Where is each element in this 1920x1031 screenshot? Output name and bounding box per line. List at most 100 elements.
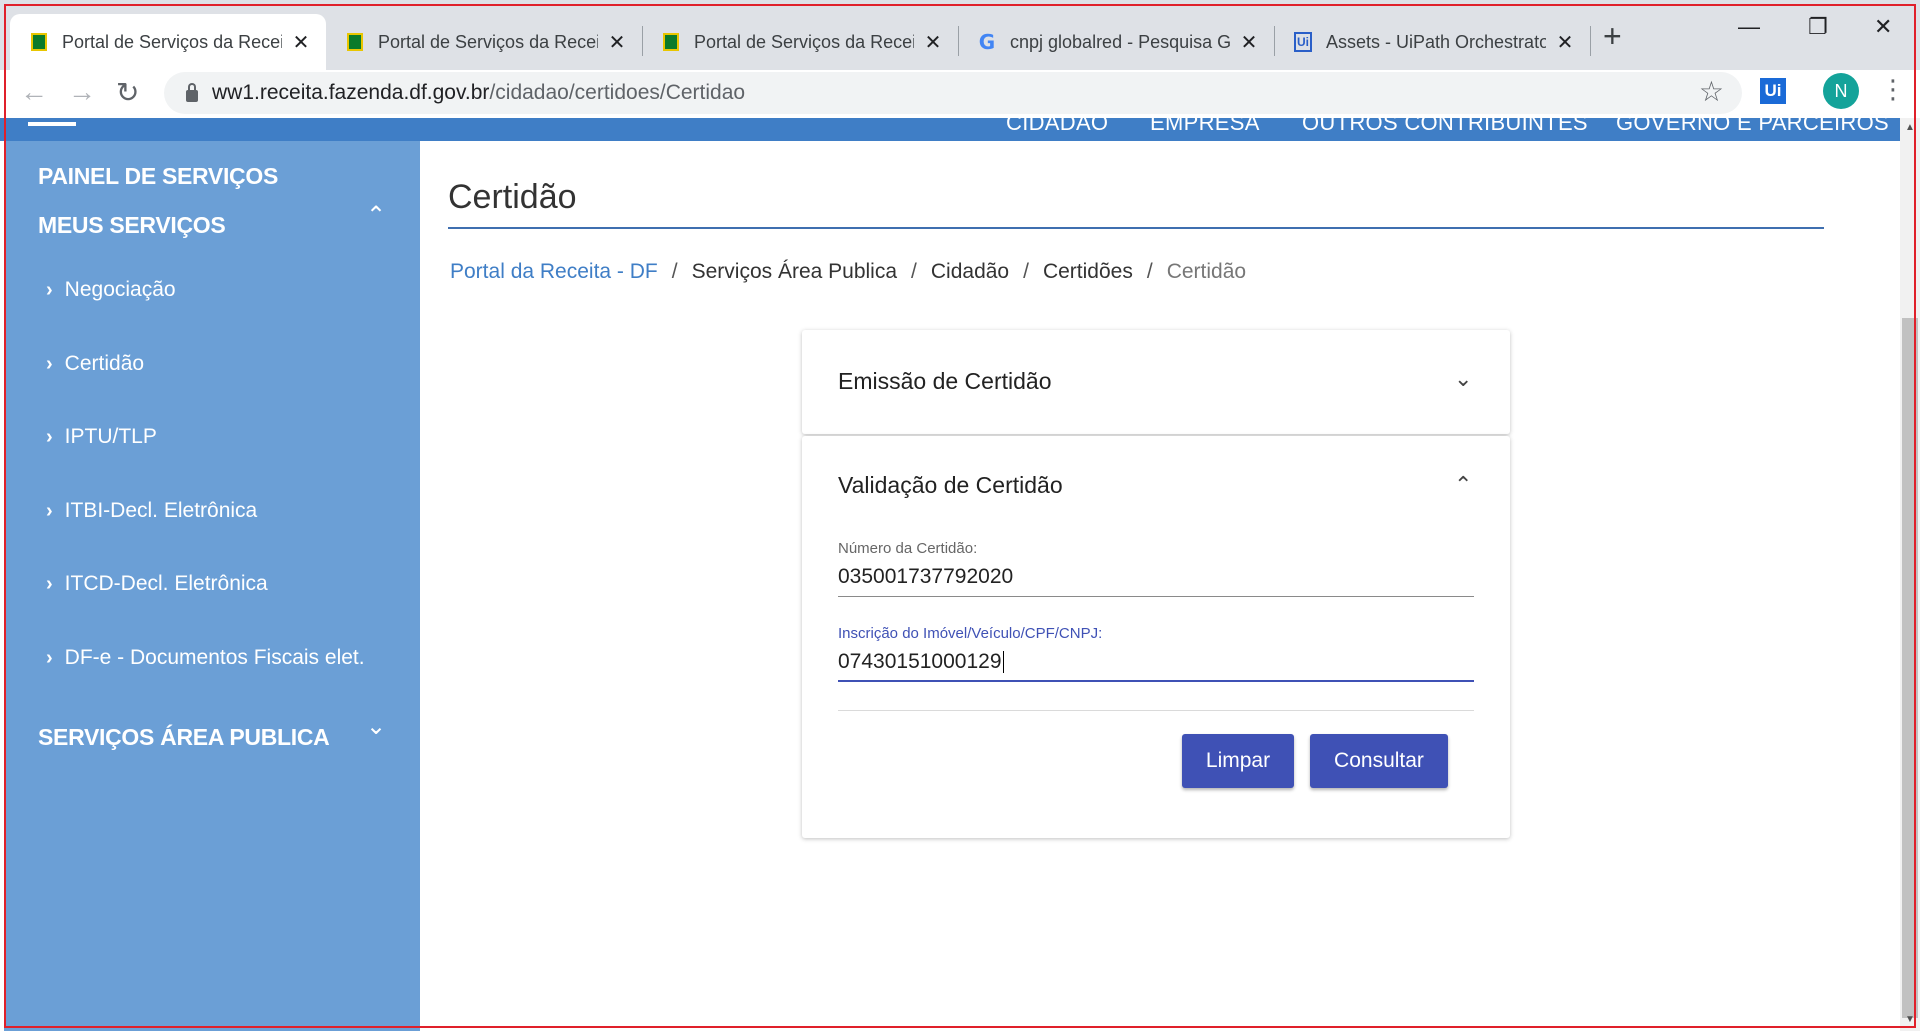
page-title: Certidão xyxy=(448,178,577,216)
tab-title: Assets - UiPath Orchestrato xyxy=(1326,31,1546,52)
breadcrumb-separator: / xyxy=(1146,260,1153,283)
back-arrow-icon[interactable]: ← xyxy=(20,76,48,108)
chevron-down-icon[interactable]: ⌄ xyxy=(1454,366,1472,392)
new-tab-button[interactable]: + xyxy=(1603,18,1622,55)
uipath-extension-icon[interactable]: Ui xyxy=(1760,78,1786,104)
forward-arrow-icon[interactable]: → xyxy=(68,76,96,108)
nav-link-empresa[interactable]: EMPRESA xyxy=(1150,118,1260,136)
sidebar-item-label: ITCD-Decl. Eletrônica xyxy=(64,572,268,595)
breadcrumb-item[interactable]: Cidadão xyxy=(931,260,1009,284)
consultar-button[interactable]: Consultar xyxy=(1310,734,1448,788)
minimize-icon[interactable]: — xyxy=(1738,14,1760,40)
url-path: /cidadao/certidoes/Certidao xyxy=(489,81,746,104)
inscricao-underline-focused xyxy=(838,680,1474,682)
lock-icon xyxy=(186,83,198,102)
site-top-nav: CIDADÃO EMPRESA OUTROS CONTRIBUINTES GOV… xyxy=(0,118,1900,141)
chevron-down-icon[interactable]: ⌄ xyxy=(366,712,386,741)
close-tab-icon[interactable]: ✕ xyxy=(1554,30,1576,55)
sidebar: PAINEL DE SERVIÇOS MEUS SERVIÇOS ⌃ › Neg… xyxy=(4,141,420,1031)
close-tab-icon[interactable]: ✕ xyxy=(1238,30,1260,55)
browser-tab-3[interactable]: Portal de Serviços da Receit ✕ xyxy=(642,14,958,70)
google-icon: G xyxy=(978,30,996,54)
breadcrumb-item[interactable]: Certidões xyxy=(1043,260,1133,284)
page-scrollbar[interactable]: ▲ ▼ xyxy=(1900,118,1920,1031)
reload-icon[interactable]: ↻ xyxy=(116,76,139,109)
sidebar-item-label: Negociação xyxy=(64,278,176,301)
numero-certidao-underline xyxy=(838,596,1474,597)
tab-title: Portal de Serviços da Receit xyxy=(62,31,282,52)
sidebar-item-label: DF-e - Documentos Fiscais elet. xyxy=(64,646,365,669)
browser-toolbar: ← → ↻ ww1.receita.fazenda.df.gov.br/cida… xyxy=(0,70,1920,118)
sidebar-heading-painel[interactable]: PAINEL DE SERVIÇOS xyxy=(38,163,278,190)
close-tab-icon[interactable]: ✕ xyxy=(290,30,312,55)
address-bar[interactable]: ww1.receita.fazenda.df.gov.br/cidadao/ce… xyxy=(164,72,1742,114)
tab-title: Portal de Serviços da Receit xyxy=(694,31,914,52)
form-divider xyxy=(838,710,1474,711)
title-divider xyxy=(448,227,1824,229)
breadcrumb-separator: / xyxy=(671,260,678,283)
browser-tabstrip: Portal de Serviços da Receit ✕ Portal de… xyxy=(0,0,1920,70)
text-caret xyxy=(1002,651,1004,674)
bookmark-star-icon[interactable]: ☆ xyxy=(1699,75,1724,108)
sidebar-item-negociacao[interactable]: › Negociação xyxy=(46,278,176,302)
nav-link-governo-parceiros[interactable]: GOVERNO E PARCEIROS xyxy=(1616,118,1889,136)
receita-flag-icon xyxy=(30,33,48,51)
numero-certidao-label: Número da Certidão: xyxy=(838,540,978,557)
scrollbar-thumb[interactable] xyxy=(1902,318,1918,1018)
profile-avatar[interactable]: N xyxy=(1823,73,1859,109)
sidebar-item-label: Certidão xyxy=(64,352,145,375)
scroll-down-arrow-icon[interactable]: ▼ xyxy=(1905,1014,1915,1025)
chevron-up-icon[interactable]: ⌃ xyxy=(1454,472,1472,498)
chevron-right-icon: › xyxy=(46,425,53,448)
breadcrumb-separator: / xyxy=(1023,260,1029,283)
inscricao-label: Inscrição do Imóvel/Veículo/CPF/CNPJ: xyxy=(838,625,1103,642)
uipath-icon: Ui xyxy=(1294,32,1312,52)
sidebar-item-label: IPTU/TLP xyxy=(64,425,157,448)
browser-tab-4[interactable]: G cnpj globalred - Pesquisa G ✕ xyxy=(958,14,1274,70)
chevron-right-icon: › xyxy=(46,352,53,375)
browser-tab-1[interactable]: Portal de Serviços da Receit ✕ xyxy=(10,14,326,70)
breadcrumb-item[interactable]: Serviços Área Publica xyxy=(692,260,897,284)
sidebar-item-itcd[interactable]: › ITCD-Decl. Eletrônica xyxy=(46,572,268,596)
nav-link-outros-contribuintes[interactable]: OUTROS CONTRIBUINTES xyxy=(1302,118,1588,136)
breadcrumb-separator: / xyxy=(911,260,917,283)
validacao-panel-title[interactable]: Validação de Certidão xyxy=(838,472,1063,499)
sidebar-item-label: ITBI-Decl. Eletrônica xyxy=(64,499,258,522)
sidebar-heading-meus-servicos[interactable]: MEUS SERVIÇOS xyxy=(38,212,226,239)
sidebar-item-iptu-tlp[interactable]: › IPTU/TLP xyxy=(46,425,157,449)
inscricao-value: 07430151000129 xyxy=(838,650,1002,673)
receita-flag-icon xyxy=(346,33,364,51)
chevron-right-icon: › xyxy=(46,572,53,595)
browser-tab-5[interactable]: Ui Assets - UiPath Orchestrato ✕ xyxy=(1274,14,1590,70)
breadcrumb-current: Certidão xyxy=(1166,260,1247,283)
nav-link-cidadao[interactable]: CIDADÃO xyxy=(1006,118,1108,136)
chevron-up-icon[interactable]: ⌃ xyxy=(366,201,386,230)
url-host: ww1.receita.fazenda.df.gov.br xyxy=(212,81,490,104)
breadcrumb: Portal da Receita - DF / Serviços Área P… xyxy=(450,260,1246,284)
validacao-certidao-panel: Validação de Certidão ⌃ Número da Certid… xyxy=(802,436,1510,838)
window-close-icon[interactable]: ✕ xyxy=(1874,14,1892,40)
receita-flag-icon xyxy=(662,33,680,51)
numero-certidao-input[interactable]: 035001737792020 xyxy=(838,565,1013,589)
inscricao-input[interactable]: 07430151000129 xyxy=(838,650,1004,674)
browser-tab-2[interactable]: Portal de Serviços da Receit ✕ xyxy=(326,14,642,70)
maximize-icon[interactable]: ❐ xyxy=(1808,14,1828,40)
chevron-right-icon: › xyxy=(46,499,53,522)
emissao-panel-title: Emissão de Certidão xyxy=(838,368,1052,394)
tab-title: cnpj globalred - Pesquisa G xyxy=(1010,31,1230,52)
browser-menu-icon[interactable]: ⋮ xyxy=(1880,74,1906,105)
sidebar-heading-servicos-area-publica[interactable]: SERVIÇOS ÁREA PUBLICA xyxy=(38,724,330,751)
sidebar-item-itbi[interactable]: › ITBI-Decl. Eletrônica xyxy=(46,499,257,523)
breadcrumb-home-link[interactable]: Portal da Receita - DF xyxy=(450,260,658,284)
scroll-up-arrow-icon[interactable]: ▲ xyxy=(1905,122,1915,133)
tab-title: Portal de Serviços da Receit xyxy=(378,31,598,52)
sidebar-item-dfe[interactable]: › DF-e - Documentos Fiscais elet. xyxy=(46,646,365,670)
hamburger-menu-icon[interactable] xyxy=(28,122,76,126)
emissao-certidao-panel[interactable]: Emissão de Certidão ⌄ xyxy=(802,330,1510,434)
close-tab-icon[interactable]: ✕ xyxy=(922,30,944,55)
close-tab-icon[interactable]: ✕ xyxy=(606,30,628,55)
limpar-button[interactable]: Limpar xyxy=(1182,734,1294,788)
chevron-right-icon: › xyxy=(46,278,53,301)
chevron-right-icon: › xyxy=(46,646,53,669)
sidebar-item-certidao[interactable]: › Certidão xyxy=(46,352,144,376)
